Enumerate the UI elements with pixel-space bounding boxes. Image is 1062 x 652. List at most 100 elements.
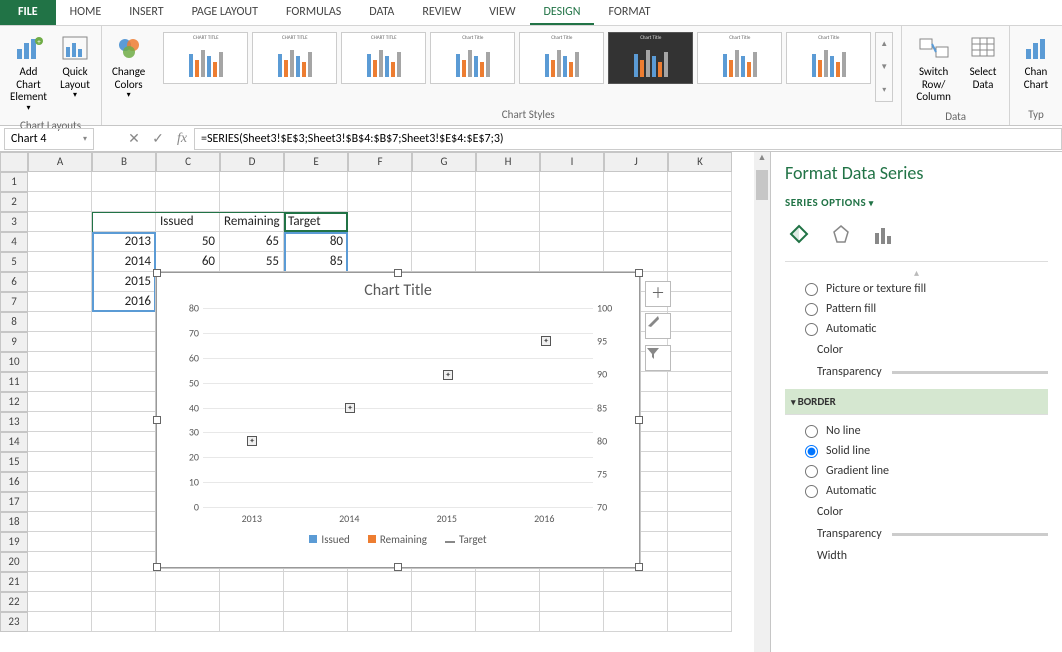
- column-header[interactable]: A: [28, 152, 92, 172]
- cell[interactable]: [412, 232, 476, 252]
- gallery-more[interactable]: ▲▼▾: [875, 32, 893, 102]
- cell[interactable]: [348, 232, 412, 252]
- cell[interactable]: [92, 172, 156, 192]
- cell[interactable]: [284, 192, 348, 212]
- tab-view[interactable]: VIEW: [475, 0, 529, 25]
- cell[interactable]: [668, 372, 732, 392]
- cell[interactable]: [156, 192, 220, 212]
- tab-review[interactable]: REVIEW: [408, 0, 475, 25]
- cell[interactable]: [476, 172, 540, 192]
- fx-button[interactable]: fx: [170, 131, 194, 147]
- cell[interactable]: [540, 252, 604, 272]
- row-header[interactable]: 22: [0, 592, 28, 612]
- cell[interactable]: [540, 572, 604, 592]
- cell[interactable]: [668, 512, 732, 532]
- cell[interactable]: [348, 252, 412, 272]
- cell[interactable]: [284, 612, 348, 632]
- tab-file[interactable]: FILE: [0, 0, 56, 25]
- tab-home[interactable]: HOME: [56, 0, 116, 25]
- border-transparency-row[interactable]: Transparency: [785, 523, 1048, 545]
- embedded-chart[interactable]: ＋ Chart Title 01020304050607080707580859…: [156, 272, 640, 568]
- row-header[interactable]: 12: [0, 392, 28, 412]
- row-header[interactable]: 3: [0, 212, 28, 232]
- cell[interactable]: [92, 412, 156, 432]
- row-header[interactable]: 16: [0, 472, 28, 492]
- cell[interactable]: [668, 552, 732, 572]
- cell[interactable]: [668, 412, 732, 432]
- cell[interactable]: [412, 212, 476, 232]
- cell[interactable]: [220, 172, 284, 192]
- cell[interactable]: [668, 392, 732, 412]
- cell[interactable]: [92, 212, 156, 232]
- row-header[interactable]: 8: [0, 312, 28, 332]
- cell[interactable]: [668, 432, 732, 452]
- cell[interactable]: [92, 512, 156, 532]
- border-section-header[interactable]: BORDER: [785, 389, 1048, 415]
- cell[interactable]: [28, 252, 92, 272]
- select-data-button[interactable]: Select Data: [961, 28, 1005, 108]
- cell[interactable]: [412, 612, 476, 632]
- row-header[interactable]: 18: [0, 512, 28, 532]
- cell[interactable]: [220, 192, 284, 212]
- cell[interactable]: [604, 192, 668, 212]
- effects-icon[interactable]: [827, 221, 855, 249]
- resize-handle[interactable]: [635, 416, 643, 424]
- cell[interactable]: [28, 592, 92, 612]
- confirm-formula-button[interactable]: ✓: [146, 130, 170, 147]
- chart-style-8[interactable]: Chart Title: [786, 32, 871, 84]
- column-header[interactable]: K: [668, 152, 732, 172]
- fill-line-icon[interactable]: [785, 221, 813, 249]
- cell[interactable]: [476, 572, 540, 592]
- cell[interactable]: [604, 232, 668, 252]
- resize-handle[interactable]: [153, 416, 161, 424]
- cell[interactable]: [412, 192, 476, 212]
- cell[interactable]: [28, 372, 92, 392]
- cell[interactable]: Target: [284, 212, 348, 232]
- cell[interactable]: [668, 252, 732, 272]
- column-header[interactable]: B: [92, 152, 156, 172]
- chart-style-2[interactable]: CHART TITLE: [252, 32, 337, 84]
- resize-handle[interactable]: [635, 563, 643, 571]
- chart-style-5[interactable]: Chart Title: [519, 32, 604, 84]
- chart-styles-button[interactable]: [645, 313, 671, 339]
- row-header[interactable]: 19: [0, 532, 28, 552]
- cell[interactable]: [92, 312, 156, 332]
- cell[interactable]: [668, 332, 732, 352]
- name-box[interactable]: Chart 4: [4, 128, 94, 150]
- border-option-solid[interactable]: Solid line: [785, 441, 1048, 461]
- tab-design[interactable]: DESIGN: [530, 0, 595, 25]
- cell[interactable]: [28, 412, 92, 432]
- cell[interactable]: [28, 292, 92, 312]
- cell[interactable]: [28, 472, 92, 492]
- cell[interactable]: Issued: [156, 212, 220, 232]
- formula-input[interactable]: [194, 128, 1062, 150]
- cell[interactable]: [668, 172, 732, 192]
- cell[interactable]: [668, 212, 732, 232]
- tab-insert[interactable]: INSERT: [115, 0, 177, 25]
- cell[interactable]: [92, 192, 156, 212]
- cell[interactable]: [28, 552, 92, 572]
- row-header[interactable]: 21: [0, 572, 28, 592]
- cell[interactable]: 65: [220, 232, 284, 252]
- cell[interactable]: [668, 532, 732, 552]
- pane-subtitle[interactable]: SERIES OPTIONS: [785, 196, 1048, 209]
- border-transparency-slider[interactable]: [892, 533, 1048, 536]
- cell[interactable]: [668, 352, 732, 372]
- chart-title[interactable]: Chart Title: [157, 273, 639, 308]
- resize-handle[interactable]: [153, 269, 161, 277]
- resize-handle[interactable]: [394, 269, 402, 277]
- chart-elements-button[interactable]: ＋: [645, 281, 671, 307]
- border-option-gradient[interactable]: Gradient line: [785, 461, 1048, 481]
- row-header[interactable]: 11: [0, 372, 28, 392]
- cell[interactable]: [476, 252, 540, 272]
- border-option-automatic[interactable]: Automatic: [785, 481, 1048, 501]
- resize-handle[interactable]: [394, 563, 402, 571]
- cell[interactable]: [220, 572, 284, 592]
- row-header[interactable]: 13: [0, 412, 28, 432]
- cell[interactable]: [540, 592, 604, 612]
- cell[interactable]: [28, 272, 92, 292]
- cell[interactable]: [668, 192, 732, 212]
- cell[interactable]: [540, 612, 604, 632]
- border-width-row[interactable]: Width: [785, 545, 1048, 567]
- cell[interactable]: [476, 212, 540, 232]
